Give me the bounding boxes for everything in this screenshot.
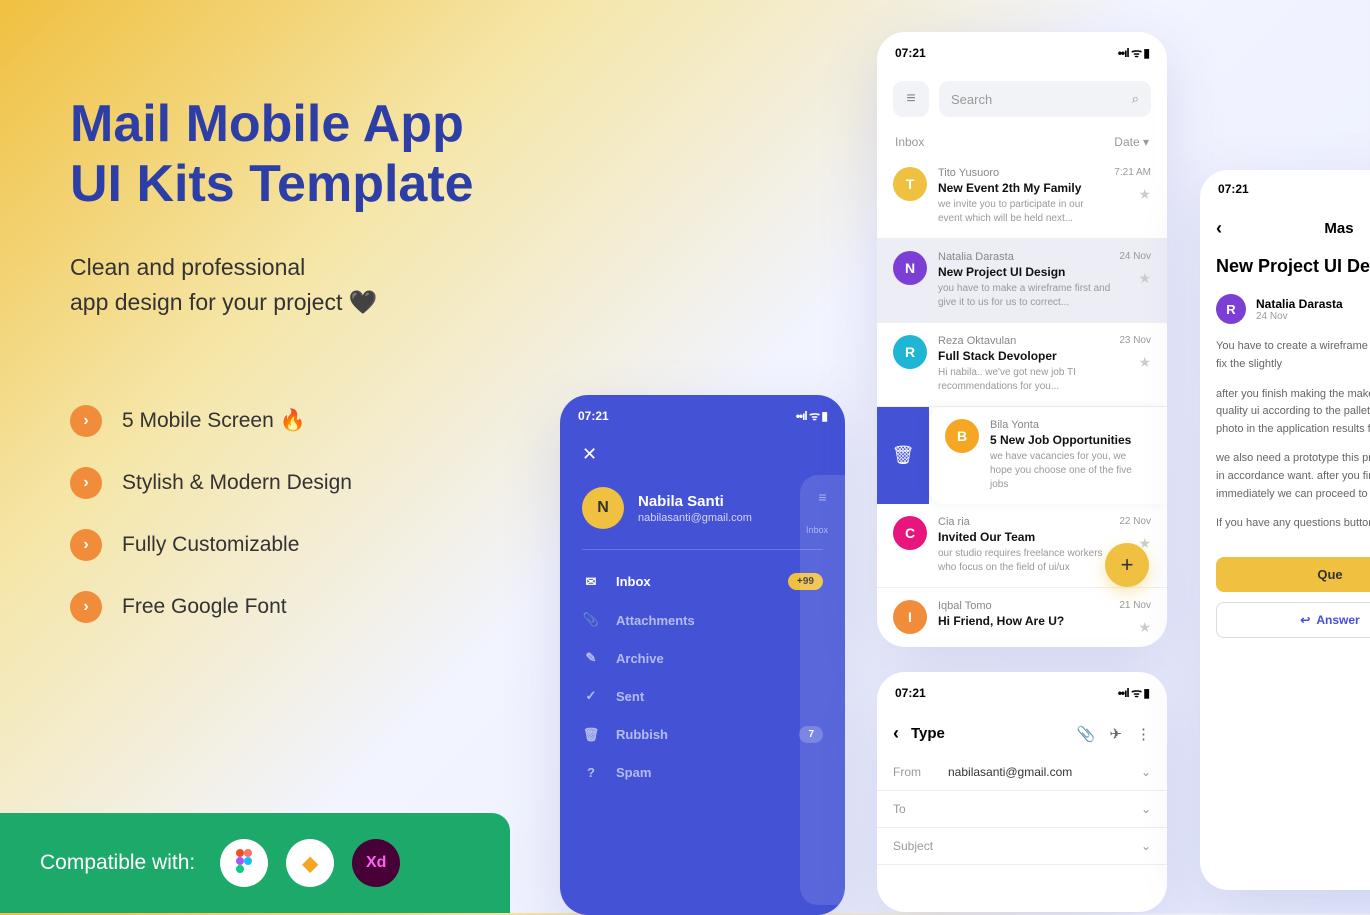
profile-name: Nabila Santi	[638, 493, 752, 510]
chevron-right-icon: ›	[70, 405, 102, 437]
xd-icon: Xd	[352, 839, 400, 887]
screen-inbox: 07:21 ••ıl ᯤ ▮ ≡ Search ⌕ Inbox Date ▾ T…	[877, 32, 1167, 647]
to-row[interactable]: To ⌄	[877, 791, 1167, 828]
profile-email: nabilasanti@gmail.com	[638, 512, 752, 524]
sent-icon: ✓	[582, 688, 600, 704]
chevron-down-icon: ⌄	[1141, 839, 1151, 853]
reply-icon: ↩	[1300, 613, 1310, 627]
subject-row[interactable]: Subject ⌄	[877, 828, 1167, 865]
back-icon[interactable]: ‹	[1216, 218, 1222, 239]
sort-dropdown[interactable]: Date ▾	[1114, 135, 1149, 149]
status-icons: ••ıl ᯤ ▮	[1118, 684, 1149, 701]
email-title: New Project UI Design	[1200, 249, 1370, 284]
feature-item: › Free Google Font	[70, 591, 352, 623]
more-icon[interactable]: ⋮	[1136, 725, 1151, 743]
figma-icon	[220, 839, 268, 887]
compose-fab[interactable]: +	[1105, 543, 1149, 587]
search-icon: ⌕	[1132, 91, 1139, 107]
statusbar: 07:21 ••ıl ᯤ ▮	[560, 395, 845, 436]
chevron-right-icon: ›	[70, 591, 102, 623]
attach-icon[interactable]: 📎	[1077, 725, 1096, 743]
compat-label: Compatible with:	[40, 851, 195, 875]
feature-item: › 5 Mobile Screen 🔥	[70, 405, 352, 437]
status-icons: ••ıl ᯤ ▮	[796, 407, 827, 424]
screen-detail: 07:21 ‹ Mas New Project UI Design R Nata…	[1200, 170, 1370, 890]
chevron-right-icon: ›	[70, 529, 102, 561]
sender-row[interactable]: R Natalia Darasta 24 Nov	[1200, 284, 1370, 334]
answer-button[interactable]: ↩ Answer	[1216, 602, 1370, 638]
email-item[interactable]: NNatalia DarastaNew Project UI Designyou…	[877, 239, 1167, 323]
email-item[interactable]: RReza OktavulanFull Stack DevoloperHi na…	[877, 323, 1167, 407]
avatar: I	[893, 600, 927, 634]
screen-compose: 07:21 ••ıl ᯤ ▮ ‹ Type 📎 ✈ ⋮ From nabilas…	[877, 672, 1167, 912]
backdrop-preview: ≡ Inbox	[800, 475, 845, 905]
back-icon[interactable]: ‹	[893, 723, 899, 744]
from-row[interactable]: From nabilasanti@gmail.com ⌄	[877, 754, 1167, 791]
inbox-title: Inbox	[895, 135, 924, 149]
status-time: 07:21	[895, 686, 926, 700]
sketch-icon: ◆	[286, 839, 334, 887]
compat-bar: Compatible with: ◆ Xd	[0, 813, 510, 913]
email-item-swiped[interactable]: 🗑BBila Yonta5 New Job Opportunitieswe ha…	[877, 407, 1167, 504]
statusbar: 07:21 ••ıl ᯤ ▮	[877, 32, 1167, 73]
attachments-icon: 📎	[582, 612, 600, 628]
star-icon[interactable]: ★	[1119, 619, 1151, 636]
chevron-down-icon: ⌄	[1141, 765, 1151, 779]
email-body: You have to create a wireframe for us fo…	[1200, 334, 1370, 548]
avatar: R	[893, 335, 927, 369]
avatar: C	[893, 516, 927, 550]
feature-text: Fully Customizable	[122, 533, 299, 557]
star-icon[interactable]: ★	[1119, 354, 1151, 371]
close-icon[interactable]: ✕	[560, 436, 845, 473]
sender-date: 24 Nov	[1256, 311, 1343, 322]
feature-item: › Fully Customizable	[70, 529, 352, 561]
delete-icon[interactable]: 🗑	[877, 407, 929, 504]
feature-text: 5 Mobile Screen 🔥	[122, 409, 306, 433]
hero-title: Mail Mobile App UI Kits Template	[70, 95, 474, 215]
status-icons: ••ıl ᯤ ▮	[1118, 44, 1149, 61]
search-input[interactable]: Search ⌕	[939, 81, 1151, 117]
menu-button[interactable]: ≡	[893, 81, 929, 117]
divider	[582, 549, 823, 550]
question-button[interactable]: Que	[1216, 557, 1370, 592]
inbox-icon: ✉	[582, 574, 600, 590]
send-icon[interactable]: ✈	[1109, 725, 1122, 743]
avatar: R	[1216, 294, 1246, 324]
detail-header-title: Mas	[1234, 220, 1370, 237]
avatar: N	[893, 251, 927, 285]
status-time: 07:21	[895, 46, 926, 60]
chevron-right-icon: ›	[70, 467, 102, 499]
archive-icon: ✎	[582, 650, 600, 666]
avatar: T	[893, 167, 927, 201]
statusbar: 07:21 ••ıl ᯤ ▮	[877, 672, 1167, 713]
compose-title: Type	[911, 725, 1077, 742]
spam-icon: ?	[582, 765, 600, 780]
hero-subtitle: Clean and professional app design for yo…	[70, 250, 377, 319]
star-icon[interactable]: ★	[1114, 186, 1151, 203]
rubbish-icon: 🗑	[582, 727, 600, 743]
feature-list: › 5 Mobile Screen 🔥 › Stylish & Modern Des…	[70, 405, 352, 653]
feature-text: Free Google Font	[122, 595, 287, 619]
status-time: 07:21	[578, 409, 609, 423]
feature-item: › Stylish & Modern Design	[70, 467, 352, 499]
avatar: N	[582, 487, 624, 529]
statusbar: 07:21	[1200, 170, 1370, 208]
avatar: B	[945, 419, 979, 453]
screen-sidebar: 07:21 ••ıl ᯤ ▮ ✕ N Nabila Santi nabilasa…	[560, 395, 845, 915]
star-icon[interactable]: ★	[1119, 270, 1151, 287]
email-item[interactable]: TTito YusuoroNew Event 2th My Familywe i…	[877, 155, 1167, 239]
status-time: 07:21	[1218, 182, 1249, 196]
email-item[interactable]: IIqbal TomoHi Friend, How Are U?21 Nov★	[877, 588, 1167, 647]
feature-text: Stylish & Modern Design	[122, 471, 352, 495]
sender-name: Natalia Darasta	[1256, 297, 1343, 311]
chevron-down-icon: ⌄	[1141, 802, 1151, 816]
